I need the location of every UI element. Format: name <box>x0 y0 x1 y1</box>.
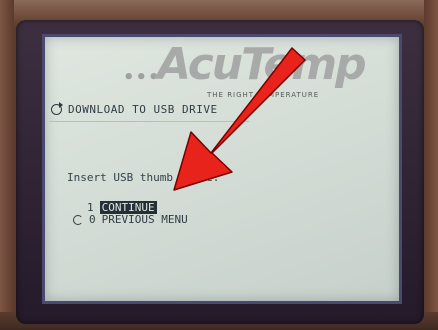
wood-background-left <box>0 0 14 330</box>
screen-title: DOWNLOAD TO USB DRIVE <box>68 103 218 116</box>
lcd-screen: ••• AcuTemp THE RIGHT TEMPERATURE DOWNLO… <box>42 34 402 304</box>
wood-background-right <box>424 0 438 330</box>
title-divider <box>49 121 249 122</box>
back-icon <box>73 214 83 225</box>
logo-text: AcuTemp <box>157 39 367 90</box>
screen-title-row: DOWNLOAD TO USB DRIVE <box>51 103 218 116</box>
logo-dots: ••• <box>123 67 161 88</box>
prompt-text: Insert USB thumb drive. <box>67 171 220 184</box>
refresh-icon <box>51 104 62 115</box>
logo-tagline: THE RIGHT TEMPERATURE <box>207 91 320 99</box>
menu-item-number: 0 <box>89 213 96 226</box>
brand-logo: ••• AcuTemp THE RIGHT TEMPERATURE <box>123 39 367 101</box>
menu-item-previous-menu[interactable]: 0 PREVIOUS MENU <box>73 213 188 226</box>
menu-item-label: PREVIOUS MENU <box>101 213 188 226</box>
